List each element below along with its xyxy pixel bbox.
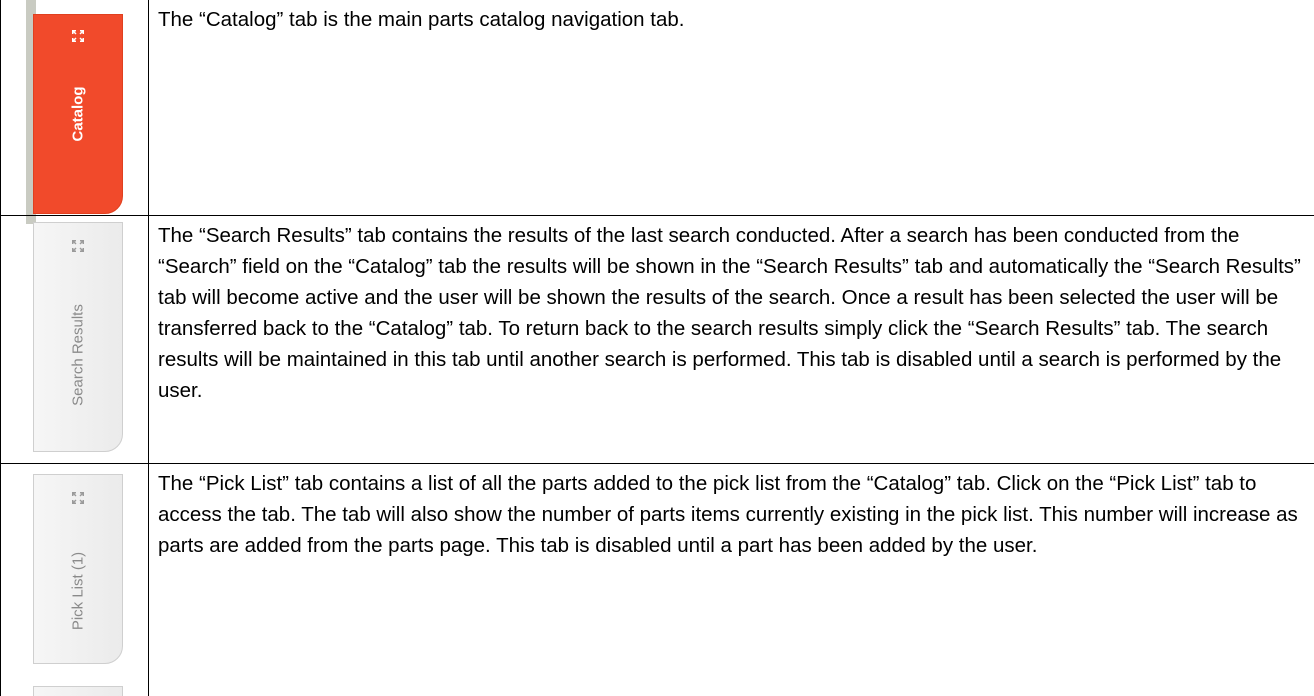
search-results-description-text: The “Search Results” tab contains the re… — [158, 223, 1301, 402]
expand-arrows-icon — [72, 239, 84, 252]
catalog-tab-label: Catalog — [69, 86, 87, 142]
pick-list-tab-label: Pick List (1) — [69, 551, 87, 631]
pick-list-description-text: The “Pick List” tab contains a list of a… — [158, 471, 1298, 557]
tab-image-cell: Search Results — [0, 214, 149, 464]
table-row: Pick List (1) The “Pick List” tab contai… — [0, 462, 1314, 696]
search-results-description: The “Search Results” tab contains the re… — [148, 214, 1314, 464]
expand-arrows-icon — [72, 491, 84, 504]
pick-list-description: The “Pick List” tab contains a list of a… — [148, 462, 1314, 696]
search-results-tab[interactable]: Search Results — [33, 221, 123, 452]
catalog-description-text: The “Catalog” tab is the main parts cata… — [158, 8, 685, 31]
tab-image-cell: Catalog — [0, 0, 149, 216]
pick-list-tab[interactable]: Pick List (1) — [33, 473, 123, 664]
tab-image-cell: Pick List (1) — [0, 462, 149, 696]
catalog-description: The “Catalog” tab is the main parts cata… — [148, 0, 1314, 216]
table-row: Search Results The “Search Results” tab … — [0, 214, 1314, 464]
catalog-tab[interactable]: Catalog — [33, 14, 123, 214]
tab-description-table: Catalog The “Catalog” tab is the main pa… — [0, 0, 1314, 696]
next-tab-edge — [33, 685, 123, 696]
expand-arrows-icon — [72, 30, 84, 42]
table-row: Catalog The “Catalog” tab is the main pa… — [0, 0, 1314, 216]
search-results-tab-label: Search Results — [69, 303, 87, 406]
